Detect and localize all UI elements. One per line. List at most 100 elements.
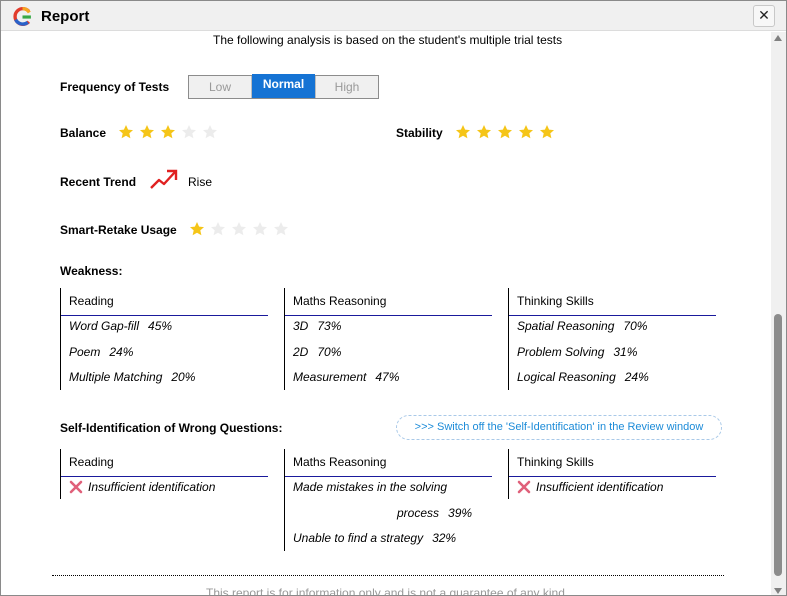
app-logo-icon: [13, 6, 31, 27]
header-divider: [509, 315, 716, 316]
self-id-item: Insufficient identification: [69, 480, 215, 494]
item-text: process: [397, 506, 440, 520]
star-filled-icon: [540, 125, 554, 139]
smart-retake-label: Smart-Retake Usage: [60, 223, 177, 237]
frequency-label: Frequency of Tests: [60, 80, 170, 94]
weakness-item: Logical Reasoning 24%: [517, 370, 649, 384]
frequency-option-low[interactable]: Low: [189, 76, 252, 98]
intro-text: The following analysis is based on the s…: [213, 33, 563, 47]
vertical-scrollbar[interactable]: [771, 32, 786, 595]
weakness-column-thinking: Thinking Skills Spatial Reasoning 70% Pro…: [508, 288, 716, 390]
weakness-header: Thinking Skills: [517, 294, 594, 308]
weakness-item: 3D 73%: [293, 319, 341, 333]
star-filled-icon: [140, 125, 154, 139]
item-text: Insufficient identification: [88, 480, 216, 494]
item-pct: 47%: [375, 370, 400, 384]
item-pct: 32%: [432, 531, 457, 545]
close-icon: ✕: [758, 7, 770, 23]
cross-icon: [517, 480, 531, 494]
close-button[interactable]: ✕: [753, 5, 775, 27]
star-empty-icon: [203, 125, 217, 139]
header-divider: [61, 476, 268, 477]
self-id-header: Maths Reasoning: [293, 455, 387, 469]
item-pct: 70%: [623, 319, 648, 333]
self-id-title: Self-Identification of Wrong Questions:: [60, 421, 283, 435]
switch-off-self-id-link[interactable]: >>> Switch off the 'Self-Identification'…: [396, 415, 722, 440]
item-name: Word Gap-fill: [69, 319, 140, 333]
weakness-title: Weakness:: [60, 264, 123, 278]
star-filled-icon: [161, 125, 175, 139]
self-id-header: Reading: [69, 455, 114, 469]
weakness-item: Problem Solving 31%: [517, 345, 637, 359]
item-pct: 70%: [317, 345, 342, 359]
title-bar: Report ✕: [1, 1, 786, 31]
item-name: Multiple Matching: [69, 370, 163, 384]
self-id-item: Made mistakes in the solving: [293, 480, 448, 494]
self-id-item: process 39%: [397, 506, 472, 520]
self-id-column-thinking: Thinking Skills Insufficient identificat…: [508, 449, 716, 499]
weakness-column-maths: Maths Reasoning 3D 73% 2D 70% Measurement 4…: [284, 288, 492, 390]
star-empty-icon: [232, 222, 246, 236]
weakness-header: Reading: [69, 294, 114, 308]
star-filled-icon: [456, 125, 470, 139]
item-pct: 24%: [624, 370, 649, 384]
item-pct: 39%: [448, 506, 473, 520]
frequency-option-high[interactable]: High: [315, 76, 378, 98]
self-id-column-maths: Maths Reasoning Made mistakes in the sol…: [284, 449, 492, 551]
report-window: Report ✕ The following analysis is based…: [0, 0, 787, 596]
frequency-segmented-control: Low Normal High: [188, 74, 379, 99]
item-pct: 45%: [148, 319, 173, 333]
trend-value: Rise: [188, 175, 213, 189]
weakness-column-reading: Reading Word Gap-fill 45% Poem 24% Multipl…: [60, 288, 268, 390]
scroll-down-arrow-icon[interactable]: [774, 588, 782, 594]
item-name: Measurement: [293, 370, 367, 384]
item-text: Unable to find a strategy: [293, 531, 424, 545]
star-filled-icon: [519, 125, 533, 139]
item-pct: 73%: [317, 319, 342, 333]
frequency-option-normal[interactable]: Normal: [252, 74, 315, 98]
weakness-header: Maths Reasoning: [293, 294, 387, 308]
self-id-item: Insufficient identification: [517, 480, 663, 494]
star-empty-icon: [253, 222, 267, 236]
self-id-item: Unable to find a strategy 32%: [293, 531, 456, 545]
item-pct: 31%: [613, 345, 638, 359]
scrollbar-thumb[interactable]: [774, 314, 782, 576]
header-divider: [61, 315, 268, 316]
report-content: The following analysis is based on the s…: [1, 32, 771, 596]
header-divider: [285, 315, 492, 316]
item-name: 2D: [293, 345, 309, 359]
star-filled-icon: [498, 125, 512, 139]
star-filled-icon: [119, 125, 133, 139]
scroll-up-arrow-icon[interactable]: [774, 35, 782, 41]
item-name: Problem Solving: [517, 345, 605, 359]
item-text: Insufficient identification: [536, 480, 664, 494]
footer-divider: [52, 575, 724, 576]
star-filled-icon: [190, 222, 204, 236]
window-title: Report: [41, 8, 90, 25]
stability-label: Stability: [396, 126, 443, 140]
weakness-item: 2D 70%: [293, 345, 341, 359]
header-divider: [509, 476, 716, 477]
star-empty-icon: [182, 125, 196, 139]
star-empty-icon: [274, 222, 288, 236]
header-divider: [285, 476, 492, 477]
item-name: Poem: [69, 345, 101, 359]
item-name: Spatial Reasoning: [517, 319, 615, 333]
weakness-item: Spatial Reasoning 70%: [517, 319, 647, 333]
cross-icon: [69, 480, 83, 494]
item-pct: 24%: [109, 345, 134, 359]
self-id-header: Thinking Skills: [517, 455, 594, 469]
self-id-column-reading: Reading Insufficient identification: [60, 449, 268, 499]
item-pct: 20%: [171, 370, 196, 384]
weakness-item: Multiple Matching 20%: [69, 370, 195, 384]
weakness-item: Word Gap-fill 45%: [69, 319, 172, 333]
star-empty-icon: [211, 222, 225, 236]
star-filled-icon: [477, 125, 491, 139]
footer-disclaimer: This report is for information only and …: [206, 586, 569, 596]
item-name: Logical Reasoning: [517, 370, 616, 384]
balance-label: Balance: [60, 126, 107, 140]
item-name: 3D: [293, 319, 309, 333]
weakness-item: Measurement 47%: [293, 370, 399, 384]
weakness-item: Poem 24%: [69, 345, 133, 359]
trend-up-icon: [150, 169, 178, 189]
